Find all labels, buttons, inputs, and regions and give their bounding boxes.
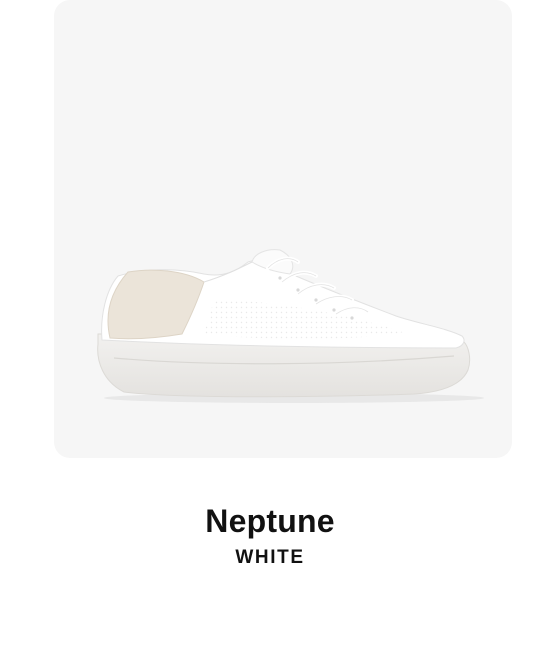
white-knit-sneaker-icon [97,249,484,403]
product-card[interactable]: Neptune WHITE [0,0,540,665]
product-name[interactable]: Neptune [0,502,540,540]
product-color: WHITE [235,547,305,568]
product-image-frame[interactable] [54,0,512,458]
